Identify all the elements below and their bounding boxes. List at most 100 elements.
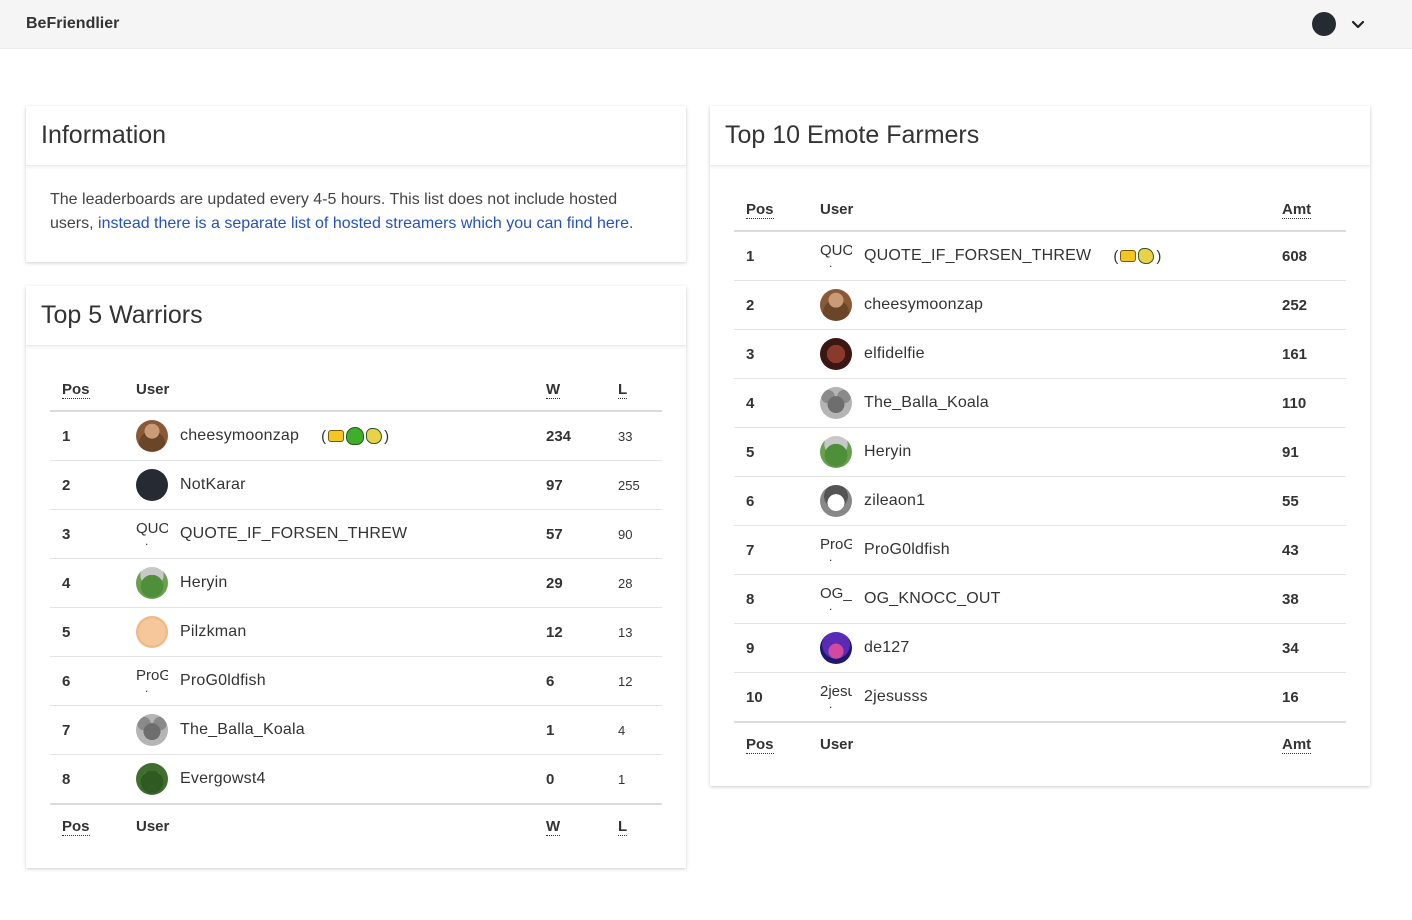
avatar [820, 485, 852, 517]
table-row: 2 cheesymoonzap 252 [734, 280, 1346, 330]
username[interactable]: QUOTE_IF_FORSEN_THREW [864, 247, 1091, 265]
user-cell: de127 [808, 623, 1270, 673]
user-cell: OG_KNOCC_OUT OG_KNOCC_OUT [808, 574, 1270, 624]
user-cell: cheesymoonzap [808, 280, 1270, 330]
w-abbr[interactable]: W [546, 380, 561, 399]
user-cell: 2jesusss 2jesusss [808, 673, 1270, 723]
table-row: 2 NotKarar 97 255 [50, 460, 662, 510]
avatar [820, 387, 852, 419]
farmers-title: Top 10 Emote Farmers [725, 121, 980, 149]
pos-cell: 1 [734, 231, 808, 281]
user-wrap: NotKarar [136, 469, 522, 501]
emote-badges: () [321, 427, 389, 445]
amt-abbr[interactable]: Amt [1282, 735, 1312, 754]
wins-cell: 1 [534, 705, 606, 755]
username[interactable]: de127 [864, 639, 910, 657]
user-wrap: de127 [820, 632, 1258, 664]
l-abbr[interactable]: L [618, 817, 628, 836]
username[interactable]: cheesymoonzap [864, 296, 983, 314]
user-wrap: Heryin [136, 567, 522, 599]
l-abbr[interactable]: L [618, 380, 628, 399]
table-row: 9 de127 34 [734, 623, 1346, 673]
username[interactable]: Pilzkman [180, 623, 247, 641]
chevron-down-icon[interactable] [1350, 16, 1366, 32]
pos-abbr[interactable]: Pos [746, 200, 774, 219]
avatar [136, 420, 168, 452]
farmers-header-row: Pos User Amt [734, 188, 1346, 232]
avatar [136, 616, 168, 648]
table-row: 8 Evergowst4 0 1 [50, 755, 662, 805]
pos-cell: 8 [734, 574, 808, 624]
username[interactable]: Heryin [180, 574, 227, 592]
table-row: 6 zileaon1 55 [734, 476, 1346, 526]
losses-cell: 28 [606, 558, 662, 608]
farmers-table: Pos User Amt 1QUOTE_IF_FORSEN_THREWQUOTE… [734, 188, 1346, 765]
user-wrap: The_Balla_Koala [820, 387, 1258, 419]
pos-cell: 5 [734, 427, 808, 477]
user-menu-toggle[interactable] [1312, 12, 1366, 36]
username[interactable]: elfidelfie [864, 345, 925, 363]
warriors-card-header: Top 5 Warriors [26, 286, 686, 346]
footer-pos: Pos [50, 803, 124, 847]
user-wrap: Pilzkman [136, 616, 522, 648]
user-wrap: ProG0ldfish ProG0ldfish [820, 534, 1258, 566]
username[interactable]: Evergowst4 [180, 770, 266, 788]
user-wrap: The_Balla_Koala [136, 714, 522, 746]
brand-logo[interactable]: BeFriendlier [26, 15, 119, 33]
username[interactable]: OG_KNOCC_OUT [864, 590, 1001, 608]
amount-cell: 161 [1270, 329, 1346, 379]
header-pos: Pos [734, 188, 808, 232]
table-row: 10 2jesusss 2jesusss 16 [734, 673, 1346, 723]
pos-cell: 6 [50, 656, 124, 706]
information-card-body: The leaderboards are updated every 4-5 h… [26, 166, 686, 258]
username[interactable]: ProG0ldfish [864, 541, 950, 559]
table-row: 8 OG_KNOCC_OUT OG_KNOCC_OUT 38 [734, 574, 1346, 624]
user-cell: NotKarar [124, 460, 534, 510]
avatar [820, 289, 852, 321]
amt-abbr[interactable]: Amt [1282, 200, 1312, 219]
w-abbr[interactable]: W [546, 817, 561, 836]
amount-cell: 91 [1270, 427, 1346, 477]
table-row: 4 The_Balla_Koala 110 [734, 378, 1346, 428]
pos-cell: 2 [50, 460, 124, 510]
pos-abbr[interactable]: Pos [62, 817, 90, 836]
avatar [136, 763, 168, 795]
username[interactable]: The_Balla_Koala [180, 721, 305, 739]
pos-cell: 4 [50, 558, 124, 608]
losses-cell: 4 [606, 705, 662, 755]
table-row: 5 Heryin 91 [734, 427, 1346, 477]
user-wrap: cheesymoonzap () [136, 420, 522, 452]
header-user: User [808, 188, 1270, 232]
user-wrap: QUOTE_IF_FORSEN_THREW QUOTE_IF_FORSEN_THR… [136, 518, 522, 550]
username[interactable]: The_Balla_Koala [864, 394, 989, 412]
pos-cell: 4 [734, 378, 808, 428]
hosted-streamers-link[interactable]: instead there is a separate list of host… [98, 215, 633, 232]
user-cell: zileaon1 [808, 476, 1270, 526]
pos-abbr[interactable]: Pos [62, 380, 90, 399]
user-avatar[interactable] [1312, 12, 1336, 36]
avatar-alt-text: QUOTE_IF_FORSEN_THREW [820, 240, 852, 272]
losses-cell: 13 [606, 607, 662, 657]
username[interactable]: Heryin [864, 443, 911, 461]
table-row: 1QUOTE_IF_FORSEN_THREWQUOTE_IF_FORSEN_TH… [734, 231, 1346, 281]
username[interactable]: NotKarar [180, 476, 246, 494]
wins-cell: 0 [546, 770, 555, 788]
table-row: 3 elfidelfie 161 [734, 329, 1346, 379]
pos-abbr[interactable]: Pos [746, 735, 774, 754]
username[interactable]: cheesymoonzap [180, 427, 299, 445]
username[interactable]: ProG0ldfish [180, 672, 266, 690]
amount-cell: 38 [1270, 574, 1346, 624]
username[interactable]: 2jesusss [864, 688, 928, 706]
table-row: 3 QUOTE_IF_FORSEN_THREWQUOTE_IF_FORSEN_TH… [50, 509, 662, 559]
username[interactable]: QUOTE_IF_FORSEN_THREW [180, 525, 407, 543]
avatar-alt-text: ProG0ldfish [820, 534, 852, 566]
pos-cell: 3 [50, 509, 124, 559]
user-cell: QUOTE_IF_FORSEN_THREW QUOTE_IF_FORSEN_THR… [808, 231, 1270, 281]
farmers-footer-row: Pos User Amt [734, 721, 1346, 765]
avatar [820, 632, 852, 664]
crown-icon [1120, 250, 1137, 262]
username[interactable]: zileaon1 [864, 492, 925, 510]
farmers-body: 1QUOTE_IF_FORSEN_THREWQUOTE_IF_FORSEN_TH… [734, 231, 1346, 722]
amount-cell: 55 [1270, 476, 1346, 526]
user-cell: The_Balla_Koala [124, 705, 534, 755]
